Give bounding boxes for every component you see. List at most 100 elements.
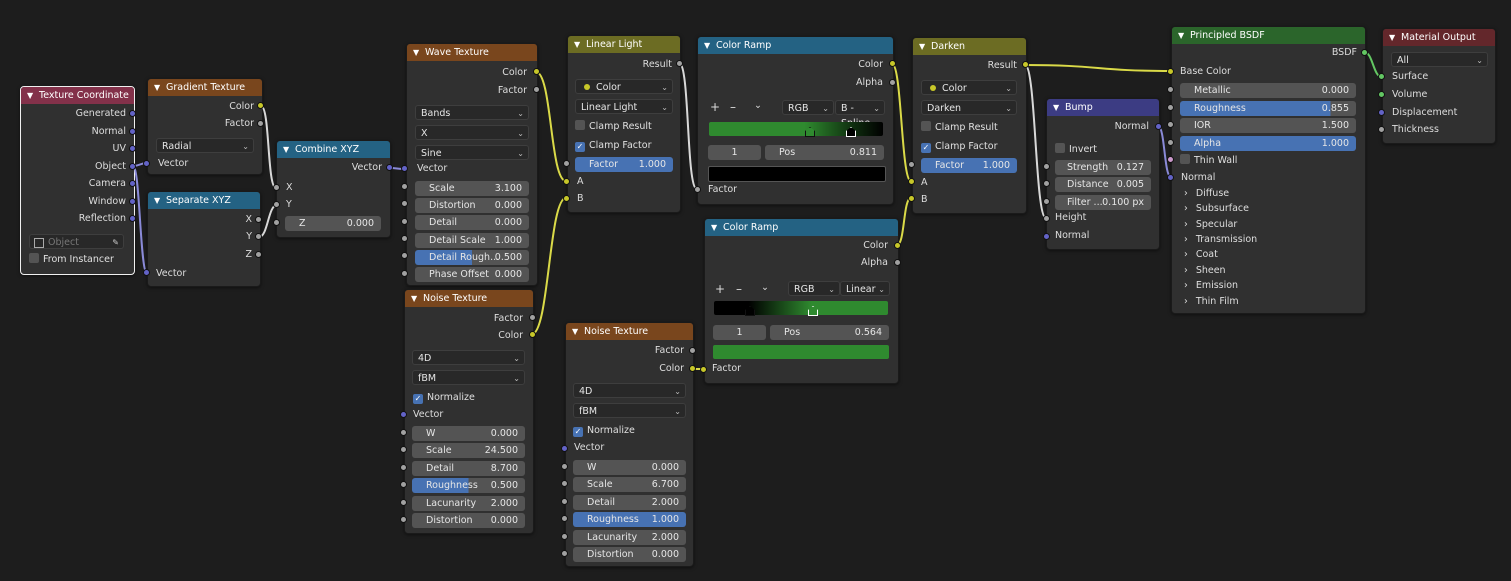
node-header[interactable]: ▼ Wave Texture <box>407 44 537 61</box>
socket-wave-phase-offset[interactable] <box>401 270 408 277</box>
socket-noise2-vector[interactable] <box>561 445 568 452</box>
collapse-chevron-icon[interactable]: ▼ <box>413 44 422 61</box>
socket-bsdf-metallic[interactable] <box>1167 86 1174 93</box>
socket-wave-detail-roughness[interactable] <box>401 252 408 259</box>
combine-xyz-node[interactable]: ▼ Combine XYZ Vector X Y Z 0.000 <box>276 140 391 238</box>
ramp-stop-marker-active[interactable] <box>846 127 856 137</box>
invert-checkbox[interactable]: Invert <box>1055 143 1097 157</box>
checkbox-box[interactable] <box>575 120 585 130</box>
socket-combine-z[interactable] <box>273 219 280 226</box>
node-header[interactable]: ▼ Gradient Texture <box>148 79 262 96</box>
detail-field[interactable]: Detail 8.700 <box>412 461 525 476</box>
socket-wave-factor[interactable] <box>533 86 540 93</box>
principled-bsdf-node[interactable]: ▼ Principled BSDF BSDF Base Color Metalli… <box>1171 26 1366 314</box>
data-type-dropdown[interactable]: Color ⌄ <box>921 80 1017 95</box>
wave-profile-dropdown[interactable]: Sine ⌄ <box>415 145 529 160</box>
color-ramp-gradient[interactable] <box>709 122 883 137</box>
node-header[interactable]: ▼ Bump <box>1047 99 1159 116</box>
w-field[interactable]: W 0.000 <box>412 426 525 441</box>
collapse-chevron-icon[interactable]: ▼ <box>154 192 163 209</box>
panel-coat[interactable]: › Coat <box>1184 249 1218 260</box>
collapse-chevron-icon[interactable]: ▼ <box>27 87 36 104</box>
socket-reflection[interactable] <box>129 215 136 222</box>
socket-darken-result[interactable] <box>1022 61 1029 68</box>
node-header[interactable]: ▼ Color Ramp <box>698 37 893 54</box>
blend-mode-dropdown[interactable]: Darken ⌄ <box>921 100 1017 115</box>
socket-bsdf-roughness[interactable] <box>1167 104 1174 111</box>
socket-output-volume[interactable] <box>1378 91 1385 98</box>
stop-index-field[interactable]: 1 <box>708 145 761 160</box>
detail-scale-field[interactable]: Detail Scale 1.000 <box>415 233 529 248</box>
socket-linear-factor[interactable] <box>563 160 570 167</box>
add-stop-button[interactable]: + <box>710 100 720 115</box>
socket-noise2-color[interactable] <box>689 365 696 372</box>
color-ramp-gradient[interactable] <box>714 301 888 316</box>
noise-type-dropdown[interactable]: fBM ⌄ <box>412 370 525 385</box>
blend-mode-dropdown[interactable]: Linear Light ⌄ <box>575 99 673 114</box>
collapse-chevron-icon[interactable]: ▼ <box>711 219 720 236</box>
distortion-field[interactable]: Distortion 0.000 <box>412 513 525 528</box>
socket-generated[interactable] <box>129 110 136 117</box>
filter-width-field[interactable]: Filter ... 0.100 px <box>1055 195 1151 210</box>
from-instancer-checkbox[interactable]: From Instancer <box>29 253 114 267</box>
lacunarity-field[interactable]: Lacunarity 2.000 <box>573 530 686 545</box>
socket-wave-detail[interactable] <box>401 218 408 225</box>
node-header[interactable]: ▼ Texture Coordinate <box>21 87 134 104</box>
check-icon[interactable]: ✓ <box>413 394 423 404</box>
node-header[interactable]: ▼ Principled BSDF <box>1172 27 1365 44</box>
socket-noise2-detail[interactable] <box>561 498 568 505</box>
check-icon[interactable]: ✓ <box>921 143 931 153</box>
noise-type-dropdown[interactable]: fBM ⌄ <box>573 403 686 418</box>
normalize-checkbox[interactable]: ✓ Normalize <box>413 391 475 405</box>
panel-transmission[interactable]: › Transmission <box>1184 234 1257 245</box>
w-field[interactable]: W 0.000 <box>573 460 686 475</box>
socket-darken-b[interactable] <box>908 195 915 202</box>
gradient-type-dropdown[interactable]: Radial ⌄ <box>156 138 254 153</box>
remove-stop-button[interactable]: – <box>730 100 736 115</box>
detail-field[interactable]: Detail 0.000 <box>415 215 529 230</box>
socket-noise2-factor[interactable] <box>689 347 696 354</box>
socket-bsdf-alpha[interactable] <box>1167 139 1174 146</box>
socket-output-thickness[interactable] <box>1378 126 1385 133</box>
stop-position-field[interactable]: Pos 0.811 <box>765 145 884 160</box>
socket-bump-normal-out[interactable] <box>1155 123 1162 130</box>
node-header[interactable]: ▼ Separate XYZ <box>148 192 260 209</box>
socket-linear-b[interactable] <box>563 195 570 202</box>
distance-field[interactable]: Distance 0.005 <box>1055 177 1151 192</box>
color-mode-dropdown[interactable]: RGB ⌄ <box>782 100 834 115</box>
socket-noise1-color[interactable] <box>529 331 536 338</box>
socket-wave-detail-scale[interactable] <box>401 235 408 242</box>
socket-bsdf-thin-wall[interactable] <box>1167 156 1174 163</box>
socket-output-displacement[interactable] <box>1378 109 1385 116</box>
panel-thin-film[interactable]: › Thin Film <box>1184 296 1239 307</box>
remove-stop-button[interactable]: – <box>736 282 742 297</box>
socket-ramp2-color[interactable] <box>894 242 901 249</box>
separate-xyz-node[interactable]: ▼ Separate XYZ X Y Z Vector <box>147 191 261 287</box>
distortion-field[interactable]: Distortion 0.000 <box>415 198 529 213</box>
thin-wall-checkbox[interactable]: Thin Wall <box>1180 154 1237 168</box>
roughness-field[interactable]: Roughness 0.500 <box>412 478 525 493</box>
material-output-node[interactable]: ▼ Material Output All ⌄ Surface Volume Dis… <box>1382 28 1496 144</box>
socket-camera[interactable] <box>129 180 136 187</box>
socket-bump-height[interactable] <box>1043 215 1050 222</box>
socket-wave-scale[interactable] <box>401 183 408 190</box>
normalize-checkbox[interactable]: ✓ Normalize <box>573 424 635 438</box>
ramp-menu-chevron-icon[interactable]: ⌄ <box>761 280 769 295</box>
socket-output-surface[interactable] <box>1378 73 1385 80</box>
scale-field[interactable]: Scale 24.500 <box>412 443 525 458</box>
socket-noise1-factor[interactable] <box>529 314 536 321</box>
scale-field[interactable]: Scale 3.100 <box>415 181 529 196</box>
check-icon[interactable]: ✓ <box>573 427 583 437</box>
socket-noise2-lacunarity[interactable] <box>561 533 568 540</box>
collapse-chevron-icon[interactable]: ▼ <box>154 79 163 96</box>
node-header[interactable]: ▼ Noise Texture <box>405 290 533 307</box>
stop-color-swatch[interactable] <box>713 345 889 359</box>
clamp-factor-checkbox[interactable]: ✓ Clamp Factor <box>921 140 997 154</box>
socket-combine-vector[interactable] <box>386 164 393 171</box>
texture-coordinate-node[interactable]: ▼ Texture Coordinate Generated Normal UV … <box>20 86 135 275</box>
socket-bsdf-base-color[interactable] <box>1167 68 1174 75</box>
gradient-texture-node[interactable]: ▼ Gradient Texture Color Factor Radial ⌄ V… <box>147 78 263 175</box>
bump-node[interactable]: ▼ Bump Normal Invert Strength 0.127 Distan… <box>1046 98 1160 250</box>
socket-combine-y[interactable] <box>273 201 280 208</box>
node-header[interactable]: ▼ Noise Texture <box>566 323 693 340</box>
